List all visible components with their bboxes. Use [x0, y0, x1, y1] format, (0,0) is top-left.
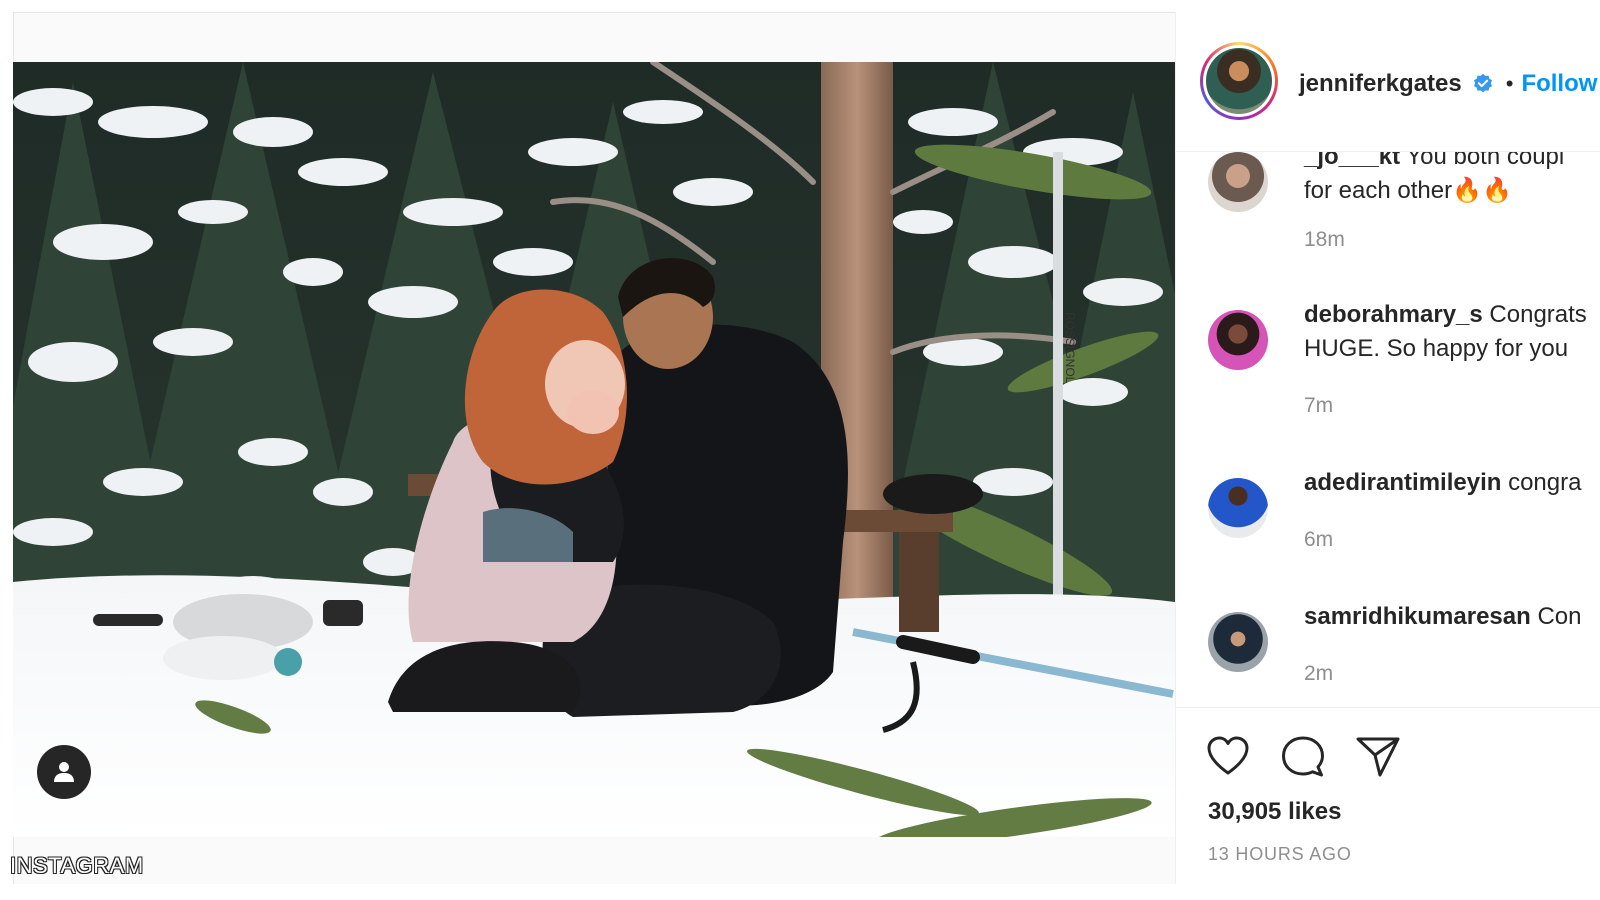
commenter-username[interactable]: deborahmary_s — [1304, 301, 1483, 328]
author-username[interactable]: jenniferkgates — [1299, 70, 1462, 98]
follow-button[interactable]: Follow — [1521, 70, 1597, 98]
comment-timestamp: 2m — [1304, 662, 1334, 685]
comment-text: adedirantimileyin congra — [1304, 466, 1600, 500]
winter-proposal-photo: ROSSIGNOL — [13, 62, 1175, 837]
instagram-watermark: INSTAGRAM — [10, 853, 144, 878]
comments-list[interactable]: _jo___kt You both coupl for each other🔥🔥… — [1176, 152, 1600, 707]
commenter-avatar[interactable] — [1208, 152, 1268, 212]
likes-count[interactable]: 30,905 likes — [1208, 798, 1341, 826]
comment-text: samridhikumaresan Con — [1304, 600, 1600, 634]
post-photo[interactable]: ROSSIGNOL — [13, 62, 1175, 837]
comment-body-line2: HUGE. So happy for you — [1304, 335, 1569, 362]
commenter-avatar[interactable] — [1208, 310, 1268, 370]
user-tag-button[interactable] — [37, 745, 91, 799]
post-timestamp: 13 HOURS AGO — [1208, 844, 1352, 864]
header-separator: • — [1505, 71, 1514, 96]
commenter-username[interactable]: samridhikumaresan — [1304, 603, 1531, 630]
verified-badge-icon — [1473, 73, 1492, 93]
comment-body-line2: for each other🔥🔥 — [1304, 177, 1512, 204]
commenter-avatar[interactable] — [1208, 478, 1268, 538]
author-avatar[interactable] — [1200, 42, 1278, 120]
heart-icon — [1207, 736, 1249, 775]
comment-bubble-icon — [1282, 736, 1324, 777]
comment-body: congra — [1508, 469, 1582, 496]
comment-timestamp: 18m — [1304, 228, 1345, 251]
commenter-username[interactable]: adedirantimileyin — [1304, 469, 1501, 496]
commenter-avatar[interactable] — [1208, 612, 1268, 672]
ski-pole-label: ROSSIGNOL — [1063, 312, 1077, 384]
user-tag-icon — [54, 762, 74, 782]
comment-timestamp: 6m — [1304, 528, 1334, 551]
like-button[interactable] — [1204, 733, 1252, 781]
paper-plane-icon — [1356, 737, 1400, 777]
post-actions: 30,905 likes 13 HOURS AGO — [1176, 707, 1600, 884]
comment-body: Congrats — [1489, 301, 1587, 328]
share-button[interactable] — [1354, 733, 1402, 781]
comment-text: _jo___kt You both coupl for each other🔥🔥 — [1304, 152, 1600, 208]
author-row: jenniferkgates • Follow — [1299, 70, 1597, 98]
comment-body: Con — [1537, 603, 1582, 630]
post-side-panel: jenniferkgates • Follow _jo___kt You bot… — [1175, 12, 1600, 884]
comment-text: deborahmary_s Congrats HUGE. So happy fo… — [1304, 298, 1600, 366]
comment-button[interactable] — [1279, 733, 1327, 781]
comment-body: You both coupl — [1406, 152, 1565, 170]
comment-timestamp: 7m — [1304, 394, 1334, 417]
post-header: jenniferkgates • Follow — [1176, 12, 1600, 152]
commenter-username[interactable]: _jo___kt — [1304, 152, 1400, 170]
